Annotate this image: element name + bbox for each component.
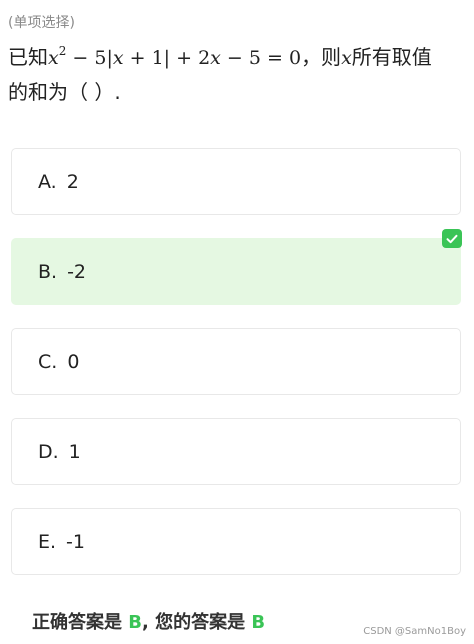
option-letter: C.: [38, 350, 58, 373]
watermark: CSDN @SamNo1Boy: [363, 626, 466, 637]
option-value: -2: [67, 260, 87, 283]
eq-var-3: x: [210, 47, 221, 69]
correct-answer: B: [128, 612, 143, 633]
option-value: 0: [67, 350, 80, 373]
user-answer: B: [251, 612, 266, 633]
option-d[interactable]: D. 1: [11, 418, 461, 485]
eq-part-2: − 5|: [66, 47, 113, 69]
option-e[interactable]: E. -1: [11, 508, 461, 575]
option-value: 1: [68, 440, 81, 463]
checkmark-icon: [442, 229, 462, 248]
option-letter: D.: [38, 440, 59, 463]
option-letter: E.: [38, 530, 57, 553]
equation: x2 − 5|x + 1| + 2x − 5 = 0: [48, 45, 302, 69]
option-value: -1: [66, 530, 85, 553]
option-value: 2: [66, 170, 79, 193]
question-type-label: (单项选择): [8, 15, 75, 31]
result-separator: ,: [142, 612, 156, 633]
option-a[interactable]: A. 2: [11, 148, 461, 215]
option-letter: A.: [38, 170, 57, 193]
eq-part-4: + 1| + 2: [123, 47, 211, 69]
eq-part-6: − 5 = 0: [220, 47, 302, 69]
question-suffix-1: 所有取值: [351, 45, 432, 69]
question-prefix: 已知: [8, 45, 48, 69]
question-suffix-2: 的和为（ ）.: [8, 80, 121, 104]
question-stem: 已知x2 − 5|x + 1| + 2x − 5 = 0，则x所有取值 的和为（ …: [8, 40, 466, 109]
eq-var-2: x: [112, 47, 124, 69]
question-mid: ，则: [301, 45, 342, 69]
option-c[interactable]: C. 0: [11, 328, 461, 395]
eq-var-1: x: [48, 47, 59, 69]
option-b[interactable]: B. -2: [11, 238, 461, 305]
user-answer-prefix: 您的答案是: [155, 612, 246, 633]
answer-result: 正确答案是 B, 您的答案是 B: [32, 608, 265, 634]
option-letter: B.: [38, 260, 58, 283]
correct-answer-prefix: 正确答案是: [32, 612, 122, 633]
question-variable: x: [341, 47, 352, 69]
